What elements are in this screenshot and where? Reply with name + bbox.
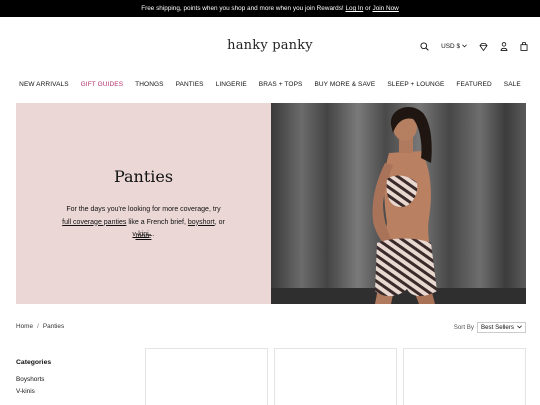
nav-bras-tops[interactable]: BRAS + TOPS [259, 81, 303, 88]
join-link[interactable]: Join Now [373, 5, 399, 12]
nav-panties[interactable]: PANTIES [176, 81, 204, 88]
site-header: hanky panky USD $ [0, 17, 540, 77]
filter-item-boyshorts[interactable]: Boyshorts [16, 376, 51, 383]
breadcrumb-home[interactable]: Home [16, 323, 33, 330]
hero-photo [271, 103, 526, 304]
page-title: Panties [113, 167, 174, 186]
sort-value: Best Sellers [480, 324, 514, 331]
product-card[interactable] [274, 348, 397, 405]
nav-new-arrivals[interactable]: NEW ARRIVALS [19, 81, 68, 88]
login-link[interactable]: Log In [345, 5, 363, 12]
full-coverage-link[interactable]: full coverage panties [62, 219, 126, 226]
sort-label: Sort By [453, 324, 474, 331]
promo-banner: Free shipping, points when you shop and … [0, 0, 540, 17]
breadcrumb: Home / Panties [16, 323, 64, 330]
account-icon[interactable] [500, 42, 508, 51]
shopping-bag-icon[interactable] [520, 42, 528, 51]
chevron-down-icon [517, 324, 522, 331]
rewards-diamond-icon[interactable] [479, 42, 488, 51]
breadcrumb-current: Panties [42, 323, 65, 330]
product-grid [145, 348, 526, 405]
search-icon[interactable] [420, 42, 429, 51]
sort-control: Sort By Best Sellers [454, 322, 526, 333]
read-more-link[interactable]: more [16, 233, 271, 240]
nav-buy-more-save[interactable]: BUY MORE & SAVE [314, 81, 375, 88]
nav-sleep-lounge[interactable]: SLEEP + LOUNGE [387, 81, 444, 88]
filter-sidebar: Categories Boyshorts V-kinis [16, 359, 51, 400]
currency-selector[interactable]: USD $ [441, 43, 467, 50]
nav-lingerie[interactable]: LINGERIE [216, 81, 247, 88]
hero-text-3: , or [214, 218, 225, 226]
promo-text: Free shipping, points when you shop and … [141, 5, 344, 12]
header-utilities: USD $ [408, 42, 528, 51]
filter-item-v-kinis[interactable]: V-kinis [16, 388, 51, 395]
nav-featured[interactable]: FEATURED [456, 81, 491, 88]
filter-heading-categories: Categories [16, 359, 52, 366]
chevron-down-icon [462, 43, 467, 50]
hero-banner: Panties For the days you're looking for … [16, 103, 526, 304]
hero-text-2: like a French brief, [126, 218, 188, 226]
breadcrumb-separator: / [37, 323, 39, 330]
product-card[interactable] [403, 348, 526, 405]
product-card[interactable] [145, 348, 268, 405]
main-nav: NEW ARRIVALS GIFT GUIDES THONGS PANTIES … [0, 77, 540, 91]
nav-sale[interactable]: SALE [504, 81, 521, 88]
currency-label: USD $ [441, 43, 460, 50]
nav-gift-guides[interactable]: GIFT GUIDES [81, 81, 124, 88]
boyshort-link[interactable]: boyshort [188, 219, 215, 226]
sort-dropdown[interactable]: Best Sellers [476, 322, 526, 333]
model-photo-image [271, 103, 526, 304]
hero-text-1: For the days you're looking for more cov… [66, 206, 221, 213]
hero-text-panel: Panties For the days you're looking for … [16, 103, 271, 304]
nav-thongs[interactable]: THONGS [135, 81, 163, 88]
promo-or: or [365, 5, 371, 12]
